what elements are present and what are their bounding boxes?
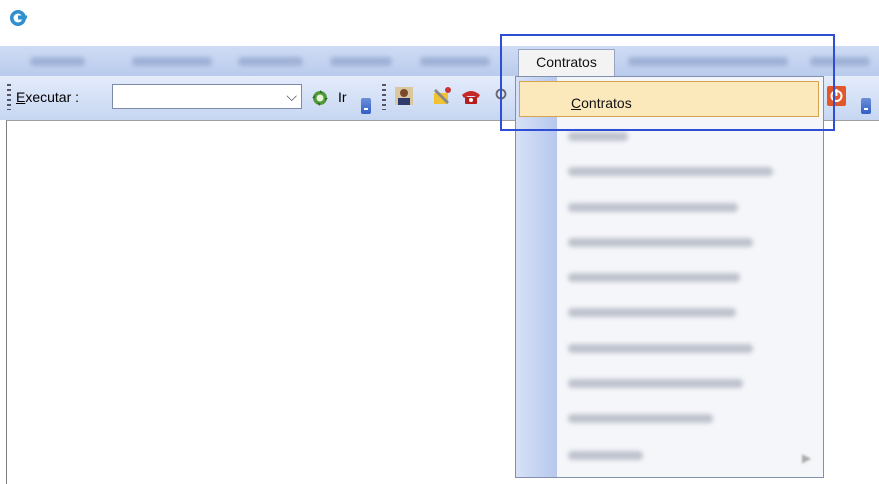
toolbar-grip[interactable] [7, 84, 11, 110]
menu-item-blurred[interactable] [568, 308, 736, 317]
menu-item-blurred[interactable] [568, 414, 713, 423]
app-logo-icon [10, 10, 27, 26]
toolbar-person-icon[interactable] [393, 85, 415, 107]
menu-item-blurred[interactable] [568, 167, 773, 176]
focus-highlight-box [500, 34, 835, 131]
toolbar-phone-icon[interactable] [460, 85, 482, 107]
menu-item-blurred[interactable] [568, 379, 743, 388]
menu-item-blurred[interactable] [420, 57, 490, 66]
menu-item-blurred[interactable] [568, 273, 740, 282]
menu-item-blurred[interactable] [568, 344, 753, 353]
menu-item-blurred[interactable] [568, 132, 628, 141]
menu-item-blurred[interactable] [330, 57, 392, 66]
menu-icon-gutter [516, 77, 557, 477]
toolbar-grip[interactable] [382, 84, 386, 110]
menu-item-blurred[interactable] [238, 57, 303, 66]
chevron-right-icon: ▶ [802, 451, 812, 465]
menu-item-blurred[interactable] [132, 57, 212, 66]
go-button[interactable]: Ir [338, 86, 347, 108]
chevron-down-icon[interactable]: ⌵ [286, 88, 297, 104]
menu-item-blurred[interactable] [568, 203, 738, 212]
toolbar-tools-icon[interactable] [431, 85, 453, 107]
menu-item-blurred[interactable] [30, 57, 85, 66]
execute-label: Executar : [16, 89, 80, 105]
toolbar-overflow-button[interactable] [861, 98, 871, 114]
go-icon[interactable] [311, 89, 329, 107]
contratos-dropdown-menu: Contratos ▶ [515, 76, 824, 478]
toolbar-overflow-button[interactable] [361, 98, 371, 114]
menu-item-blurred[interactable] [568, 451, 643, 460]
menu-item-blurred[interactable] [568, 238, 753, 247]
execute-combobox[interactable]: ⌵ [112, 84, 302, 109]
